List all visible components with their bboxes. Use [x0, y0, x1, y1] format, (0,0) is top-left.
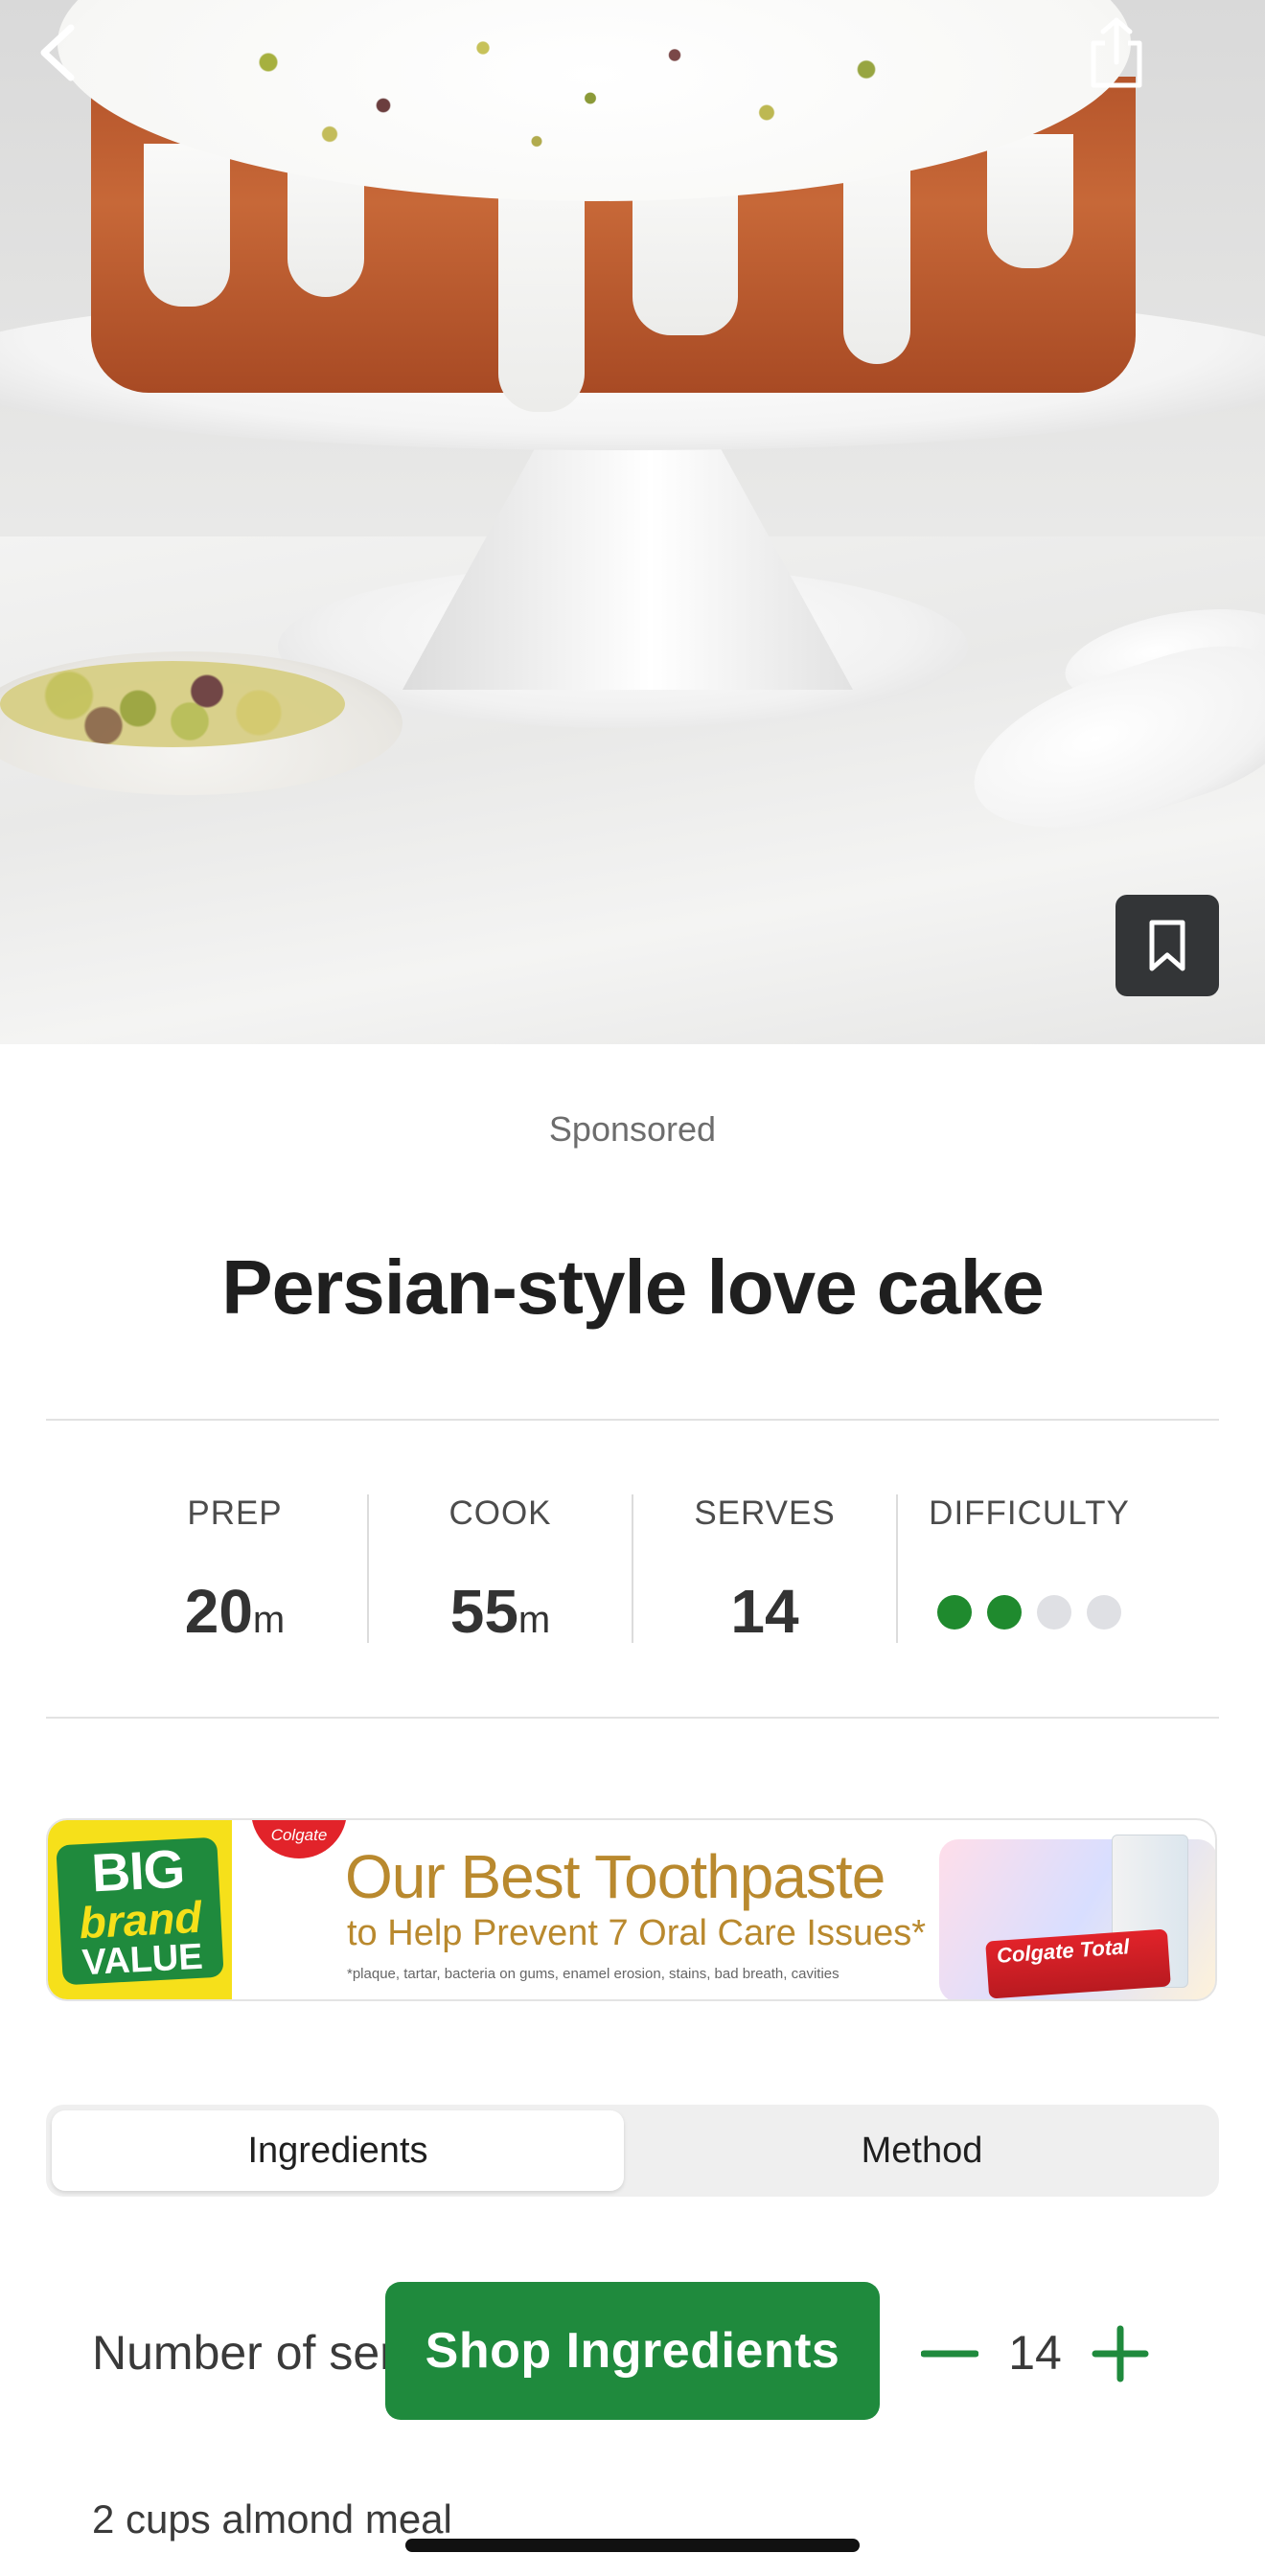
- back-button[interactable]: [19, 14, 96, 91]
- stat-difficulty-label: DIFFICULTY: [929, 1494, 1130, 1532]
- recipe-stats: PREP 20m COOK 55m SERVES 14 DIFFICULTY: [103, 1494, 1162, 1646]
- stat-cook-label: COOK: [448, 1494, 552, 1532]
- difficulty-dot-filled: [937, 1595, 972, 1630]
- difficulty-dot-empty: [1037, 1595, 1071, 1630]
- divider: [46, 1717, 1219, 1719]
- stat-difficulty: DIFFICULTY: [896, 1494, 1161, 1643]
- badge-line-3: VALUE: [80, 1936, 204, 1984]
- bookmark-button[interactable]: [1116, 895, 1219, 996]
- pistachio-topping: [192, 19, 958, 163]
- stat-prep-value: 20m: [184, 1577, 286, 1646]
- shop-ingredients-button[interactable]: Shop Ingredients: [385, 2282, 880, 2420]
- stat-serves-value: 14: [730, 1577, 799, 1646]
- minus-icon: [921, 2350, 978, 2358]
- plus-icon: [1092, 2325, 1149, 2382]
- ad-subline: to Help Prevent 7 Oral Care Issues*: [347, 1913, 927, 1953]
- stat-serves: SERVES 14: [632, 1494, 896, 1646]
- ad-fine-print: *plaque, tartar, bacteria on gums, ename…: [347, 1966, 840, 1982]
- difficulty-dot-filled: [987, 1595, 1022, 1630]
- big-brand-value-badge: BIG brand VALUE: [48, 1820, 232, 1999]
- tab-method[interactable]: Method: [631, 2110, 1213, 2191]
- recipe-title: Persian-style love cake: [221, 1244, 1045, 1330]
- difficulty-dot-empty: [1087, 1595, 1121, 1630]
- glaze-drip: [144, 144, 230, 307]
- stat-prep: PREP 20m: [103, 1494, 367, 1646]
- sponsored-label: Sponsored: [548, 1109, 717, 1149]
- badge-line-1: BIG: [89, 1837, 186, 1904]
- stat-prep-label: PREP: [187, 1494, 283, 1532]
- ad-headline: Our Best Toothpaste: [345, 1842, 886, 1911]
- stat-cook-value: 55m: [449, 1577, 551, 1646]
- decrease-servings-button[interactable]: [915, 2322, 984, 2385]
- ingredient-item: 2 cups almond meal: [92, 2496, 452, 2542]
- stat-cook: COOK 55m: [367, 1494, 632, 1646]
- share-icon: [1091, 17, 1142, 88]
- tab-ingredients[interactable]: Ingredients: [52, 2110, 624, 2191]
- divider: [46, 1419, 1219, 1421]
- bowl-pistachios: [0, 661, 345, 747]
- home-indicator[interactable]: [405, 2539, 860, 2552]
- servings-count: 14: [1008, 2326, 1062, 2380]
- share-button[interactable]: [1078, 10, 1155, 96]
- colgate-logo: Colgate: [251, 1820, 347, 1858]
- chevron-left-icon: [40, 24, 75, 81]
- glaze-drip: [987, 134, 1073, 268]
- recipe-tabs: Ingredients Method: [46, 2105, 1219, 2197]
- increase-servings-button[interactable]: [1086, 2322, 1155, 2385]
- recipe-hero-image: [0, 0, 1265, 1044]
- stat-serves-label: SERVES: [694, 1494, 836, 1532]
- ad-banner[interactable]: BIG brand VALUE Colgate Our Best Toothpa…: [46, 1818, 1217, 2001]
- difficulty-rating: [898, 1595, 1161, 1630]
- bookmark-icon: [1149, 920, 1185, 971]
